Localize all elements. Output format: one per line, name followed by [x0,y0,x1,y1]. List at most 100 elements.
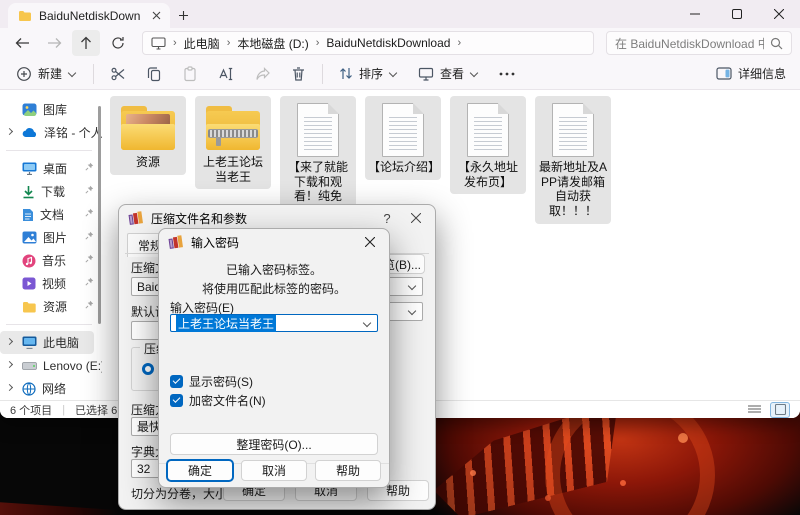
show-password-checkbox[interactable]: 显示密码(S) [170,373,253,390]
desktop-icon [22,162,37,175]
toolbar-divider [322,64,323,84]
view-button-label: 查看 [440,65,464,82]
up-button[interactable] [72,30,100,56]
tab-title: BaiduNetdiskDownload [39,9,141,23]
breadcrumb-drive-d[interactable]: 本地磁盘 (D:) [237,35,308,52]
sidebar-item-downloads[interactable]: 下载 [0,180,102,203]
chevron-down-icon[interactable] [408,307,417,316]
back-button[interactable] [8,30,36,56]
chevron-down-icon[interactable] [408,282,417,291]
sidebar-scrollbar[interactable] [98,106,101,324]
breadcrumb-this-pc[interactable]: 此电脑 [184,35,220,52]
sidebar-item-label: 泽铭 - 个人 [44,124,102,141]
share-button[interactable] [251,63,275,85]
pin-icon [85,231,94,240]
new-tab-button[interactable] [170,3,196,28]
icons-view-toggle[interactable] [770,402,790,418]
sidebar-item-this-pc[interactable]: 此电脑 [0,331,94,354]
view-button[interactable]: 查看 [414,62,483,85]
close-icon[interactable] [359,233,381,251]
file-name: 上老王论坛当老王 [198,155,268,184]
navigation-bar: › 此电脑 › 本地磁盘 (D:) › BaiduNetdiskDownload… [0,28,800,58]
sort-button-label: 排序 [359,65,383,82]
file-item-forum-intro[interactable]: 【论坛介绍】 [365,96,441,180]
minimize-button[interactable] [674,0,716,28]
winrar-icon [128,211,144,225]
folder-icon [18,10,32,22]
password-message-line2: 将使用匹配此标签的密码。 [159,280,389,299]
plus-circle-icon [16,66,32,82]
text-document-icon [382,103,424,157]
chevron-right-icon[interactable] [7,385,13,391]
music-icon [22,254,36,268]
forward-button[interactable] [40,30,68,56]
dictionary-size-value: 32 [137,462,150,476]
sidebar-item-network[interactable]: 网络 [0,377,102,400]
sidebar-item-gallery[interactable]: 图库 [0,98,102,121]
sidebar-item-label: 此电脑 [43,334,79,351]
file-item-ziyuan[interactable]: 资源 [110,96,186,175]
password-combobox[interactable]: 上老王论坛当老王 [170,314,378,332]
sidebar-item-label: 音乐 [42,252,66,269]
sidebar-item-onedrive[interactable]: 泽铭 - 个人 [0,121,102,144]
sidebar-item-desktop[interactable]: 桌面 [0,157,102,180]
explorer-tab[interactable]: BaiduNetdiskDownload [8,3,170,28]
refresh-button[interactable] [104,30,132,56]
sidebar-item-videos[interactable]: 视频 [0,272,102,295]
help-button[interactable]: 帮助 [315,460,381,481]
password-dialog-titlebar[interactable]: 输入密码 [159,229,389,253]
breadcrumb-current-folder[interactable]: BaiduNetdiskDownload [326,36,450,50]
sidebar-divider [6,150,92,151]
documents-icon [22,208,34,222]
chevron-right-icon[interactable] [7,129,13,135]
sidebar-item-ziyuan-folder[interactable]: 资源 [0,295,102,318]
text-document-icon [297,103,339,157]
encrypt-names-checkbox[interactable]: 加密文件名(N) [170,392,266,409]
gallery-icon [22,103,37,116]
chevron-right-icon[interactable] [7,339,13,345]
pin-icon [85,208,94,217]
maximize-button[interactable] [716,0,758,28]
item-count: 6 个项目 [10,402,52,418]
ok-button[interactable]: 确定 [167,460,233,481]
details-pane-button[interactable]: 详细信息 [716,65,786,82]
tab-close-icon[interactable] [148,8,164,24]
videos-icon [22,277,36,290]
sidebar-item-label: 视频 [42,275,66,292]
sidebar-item-pictures[interactable]: 图片 [0,226,102,249]
file-item-latest-address[interactable]: 最新地址及APP请发邮箱自动获取！！！ [535,96,611,224]
sort-button[interactable]: 排序 [335,62,402,85]
archive-dialog-titlebar[interactable]: 压缩文件名和参数 ? [119,205,435,229]
sidebar-item-music[interactable]: 音乐 [0,249,102,272]
file-item-zip[interactable]: 上老王论坛当老王 [195,96,271,189]
sidebar-item-label: 图库 [43,101,67,118]
search-box[interactable]: 在 BaiduNetdiskDownload 中搜索 [606,31,792,55]
help-icon[interactable]: ? [376,209,398,227]
close-button[interactable] [758,0,800,28]
delete-button[interactable] [287,63,310,85]
paste-button[interactable] [178,63,202,85]
new-button[interactable]: 新建 [12,62,81,85]
radio-selected-icon [142,363,154,375]
chevron-down-icon[interactable] [363,319,372,328]
address-bar[interactable]: › 此电脑 › 本地磁盘 (D:) › BaiduNetdiskDownload… [142,31,594,55]
copy-button[interactable] [142,63,166,85]
sidebar-item-lenovo-drive[interactable]: Lenovo (E:) [0,354,102,377]
cut-button[interactable] [106,63,130,85]
details-view-toggle[interactable] [744,402,764,418]
pin-icon [85,300,94,309]
organize-passwords-button[interactable]: 整理密码(O)... [170,433,378,455]
chevron-right-icon[interactable] [7,362,13,368]
close-icon[interactable] [405,209,427,227]
text-document-icon [552,103,594,157]
search-input[interactable]: 在 BaiduNetdiskDownload 中搜索 [615,35,764,52]
sidebar-item-label: Lenovo (E:) [43,359,102,373]
sidebar-item-label: 图片 [43,229,67,246]
more-options-button[interactable] [495,69,519,79]
cancel-button[interactable]: 取消 [241,460,307,481]
onedrive-cloud-icon [22,127,38,138]
folder-image-icon [119,104,177,152]
file-item-permanent-address[interactable]: 【永久地址发布页】 [450,96,526,194]
rename-button[interactable] [214,63,239,85]
sidebar-item-documents[interactable]: 文档 [0,203,102,226]
